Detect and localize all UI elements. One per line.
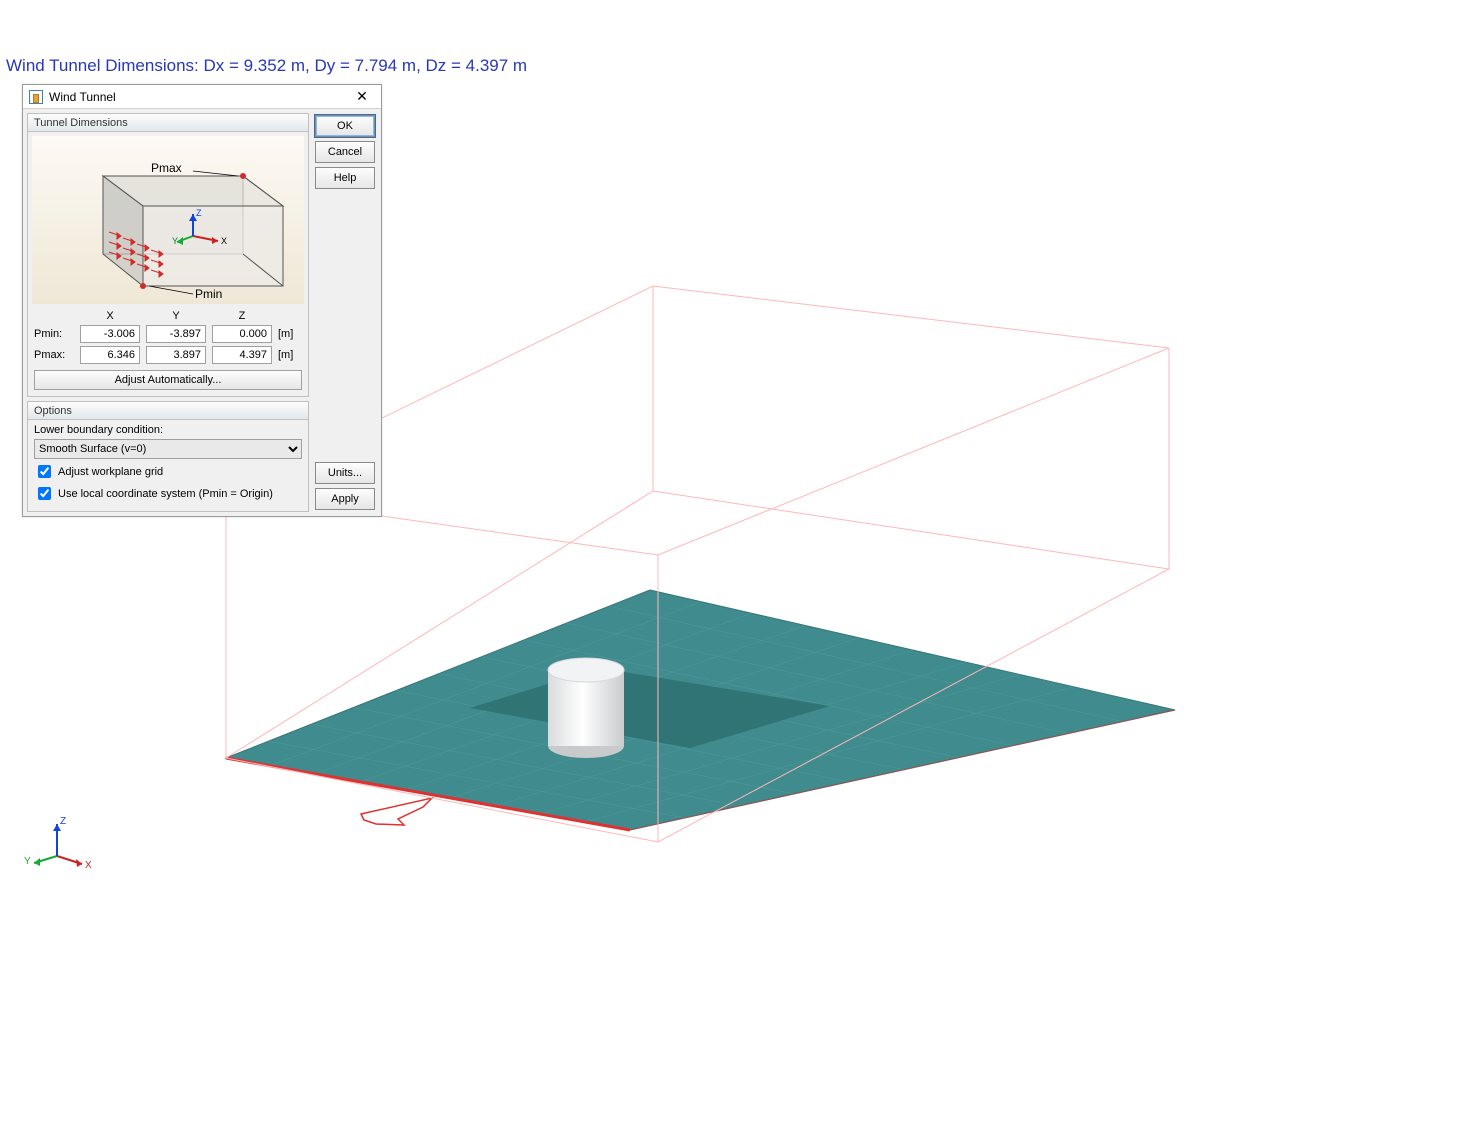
pmin-y-input[interactable] xyxy=(146,325,206,343)
dialog-title: Wind Tunnel xyxy=(49,90,345,104)
tunnel-diagram: X Y Z Pmax Pmin xyxy=(32,136,304,304)
svg-text:X: X xyxy=(221,236,227,246)
workplane-checkbox[interactable] xyxy=(38,465,51,478)
col-x: X xyxy=(80,310,140,322)
adjust-automatically-button[interactable]: Adjust Automatically... xyxy=(34,370,302,390)
model-cylinder xyxy=(548,658,624,758)
apply-button[interactable]: Apply xyxy=(315,488,375,510)
pmax-label: Pmax xyxy=(151,161,182,175)
pmin-label: Pmin xyxy=(195,287,222,301)
unit-pmin: [m] xyxy=(278,328,302,340)
svg-text:Z: Z xyxy=(196,208,202,218)
pmax-x-input[interactable] xyxy=(80,346,140,364)
col-y: Y xyxy=(146,310,206,322)
row-pmax-label: Pmax: xyxy=(34,349,74,361)
pmax-y-input[interactable] xyxy=(146,346,206,364)
pmin-z-input[interactable] xyxy=(212,325,272,343)
top-annotation-label: Wind Tunnel Dimensions: Dx = 9.352 m, Dy… xyxy=(6,56,527,76)
lbc-label: Lower boundary condition: xyxy=(34,424,302,436)
options-header: Options xyxy=(28,402,308,420)
app-icon xyxy=(29,90,43,104)
col-z: Z xyxy=(212,310,272,322)
dimensions-table: X Y Z Pmin: [m] Pmax: [m] xyxy=(28,308,308,370)
gizmo-x-label: X xyxy=(85,860,92,871)
pmin-x-input[interactable] xyxy=(80,325,140,343)
wind-tunnel-dialog: Wind Tunnel ✕ Tunnel Dimensions xyxy=(22,84,382,517)
options-panel: Options Lower boundary condition: Smooth… xyxy=(27,401,309,512)
ok-button[interactable]: OK xyxy=(315,115,375,137)
gizmo-z-label: Z xyxy=(60,816,66,827)
workplane-checkbox-label: Adjust workplane grid xyxy=(58,466,163,478)
row-pmin-label: Pmin: xyxy=(34,328,74,340)
tunnel-dimensions-panel: Tunnel Dimensions xyxy=(27,113,309,397)
localcs-checkbox-row[interactable]: Use local coordinate system (Pmin = Orig… xyxy=(34,484,302,503)
units-button[interactable]: Units... xyxy=(315,462,375,484)
wind-arrow-icon xyxy=(361,798,432,825)
workplane-checkbox-row[interactable]: Adjust workplane grid xyxy=(34,462,302,481)
close-icon: ✕ xyxy=(356,88,368,105)
svg-text:Y: Y xyxy=(172,236,178,246)
localcs-checkbox[interactable] xyxy=(38,487,51,500)
tunnel-dimensions-header: Tunnel Dimensions xyxy=(28,114,308,132)
pmax-z-input[interactable] xyxy=(212,346,272,364)
viewport-3d[interactable]: Wind Tunnel Dimensions: Dx = 9.352 m, Dy… xyxy=(0,0,1470,1144)
close-button[interactable]: ✕ xyxy=(345,87,379,107)
gizmo-y-label: Y xyxy=(24,856,31,867)
localcs-checkbox-label: Use local coordinate system (Pmin = Orig… xyxy=(58,488,273,500)
orientation-gizmo: X Y Z xyxy=(22,816,92,876)
unit-pmax: [m] xyxy=(278,349,302,361)
help-button[interactable]: Help xyxy=(315,167,375,189)
lbc-select[interactable]: Smooth Surface (v=0) xyxy=(34,439,302,459)
dialog-titlebar[interactable]: Wind Tunnel ✕ xyxy=(23,85,381,109)
cancel-button[interactable]: Cancel xyxy=(315,141,375,163)
